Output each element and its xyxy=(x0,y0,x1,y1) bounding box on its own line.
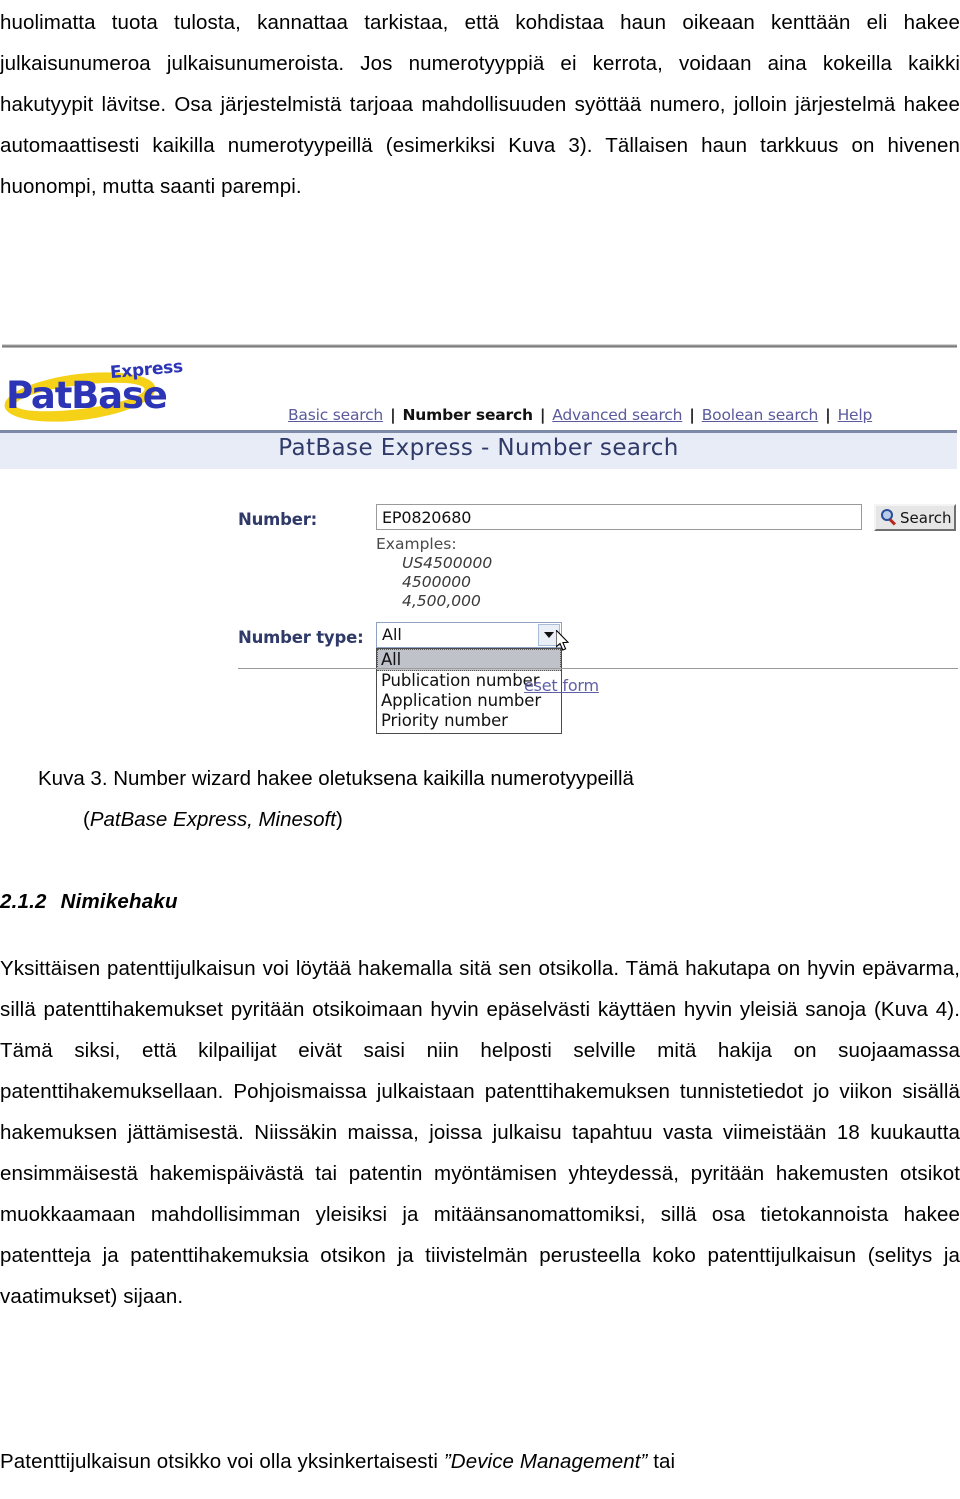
nav-item-advanced-search[interactable]: Advanced search xyxy=(552,406,682,424)
figure-top-rule xyxy=(2,344,957,348)
nav-separator: | xyxy=(390,406,396,424)
nav-separator: | xyxy=(825,406,831,424)
nav-separator: | xyxy=(689,406,695,424)
logo-edition-text: Express xyxy=(109,356,184,384)
paragraph-middle-text: Yksittäisen patenttijulkaisun voi löytää… xyxy=(0,957,960,1308)
example-item: US4500000 xyxy=(402,554,493,572)
paragraph-tail-before: Patenttijulkaisun otsikko voi olla yksin… xyxy=(0,1450,444,1473)
section-heading: 2.1.2 Nimikehaku xyxy=(0,890,178,914)
search-button[interactable]: Search xyxy=(874,504,956,531)
nav-separator: | xyxy=(539,406,546,424)
option-priority-number[interactable]: Priority number xyxy=(377,711,561,731)
patbase-logo: PatBase Express xyxy=(1,356,197,430)
section-title: Nimikehaku xyxy=(60,890,178,913)
caption-source: PatBase Express, Minesoft xyxy=(89,808,336,831)
examples-block: Examples: US4500000 4500000 4,500,000 xyxy=(376,535,492,611)
search-button-label: Search xyxy=(900,509,952,527)
form-divider xyxy=(238,668,958,669)
caption-close-paren: ) xyxy=(335,808,343,831)
page-title: PatBase Express - Number search xyxy=(278,435,679,461)
number-input[interactable]: EP0820680 xyxy=(376,504,862,530)
example-item: 4,500,000 xyxy=(402,592,481,610)
paragraph-tail-title: ”Device Management” xyxy=(443,1450,648,1473)
example-item: 4500000 xyxy=(402,573,472,591)
paragraph-tail: Patenttijulkaisun otsikko voi olla yksin… xyxy=(0,1441,960,1482)
paragraph-tail-text: Patenttijulkaisun otsikko voi olla yksin… xyxy=(0,1441,960,1482)
nav-item-basic-search[interactable]: Basic search xyxy=(288,406,383,424)
caption-open-paren: ( xyxy=(83,808,90,831)
number-type-selected-value: All xyxy=(382,625,402,644)
nav-item-boolean-search[interactable]: Boolean search xyxy=(702,406,819,424)
number-type-label: Number type: xyxy=(238,628,364,647)
nav-item-number-search[interactable]: Number search xyxy=(403,406,533,424)
paragraph-top: huolimatta tuota tulosta, kannattaa tark… xyxy=(0,2,960,207)
logo-brand-text: PatBase xyxy=(6,374,168,417)
primary-nav[interactable]: Basic search | Number search | Advanced sear… xyxy=(288,406,958,424)
mouse-cursor-icon xyxy=(556,630,572,654)
figure-caption-line-1: Kuva 3. Number wizard hakee oletuksena k… xyxy=(38,767,634,790)
reset-form-link[interactable]: eset form xyxy=(524,676,599,695)
section-number: 2.1.2 xyxy=(0,890,47,913)
chevron-down-glyph xyxy=(544,632,554,638)
figure-caption: Kuva 3. Number wizard hakee oletuksena k… xyxy=(38,758,960,840)
paragraph-tail-after: tai xyxy=(647,1450,676,1473)
magnifier-handle xyxy=(888,518,897,526)
figure-patbase-express-screenshot: PatBase Express Basic search | Number sear… xyxy=(0,330,960,745)
nav-item-help[interactable]: Help xyxy=(838,406,873,424)
number-type-select[interactable]: All xyxy=(376,622,562,648)
number-field-label: Number: xyxy=(238,510,318,529)
number-input-value: EP0820680 xyxy=(382,508,472,527)
magnifier-icon xyxy=(881,509,897,526)
figure-caption-line-2: (PatBase Express, Minesoft) xyxy=(38,799,960,840)
examples-heading: Examples: xyxy=(376,535,457,553)
paragraph-middle: Yksittäisen patenttijulkaisun voi löytää… xyxy=(0,948,960,1317)
paragraph-top-text: huolimatta tuota tulosta, kannattaa tark… xyxy=(0,11,960,198)
page-title-band: PatBase Express - Number search xyxy=(0,433,957,469)
